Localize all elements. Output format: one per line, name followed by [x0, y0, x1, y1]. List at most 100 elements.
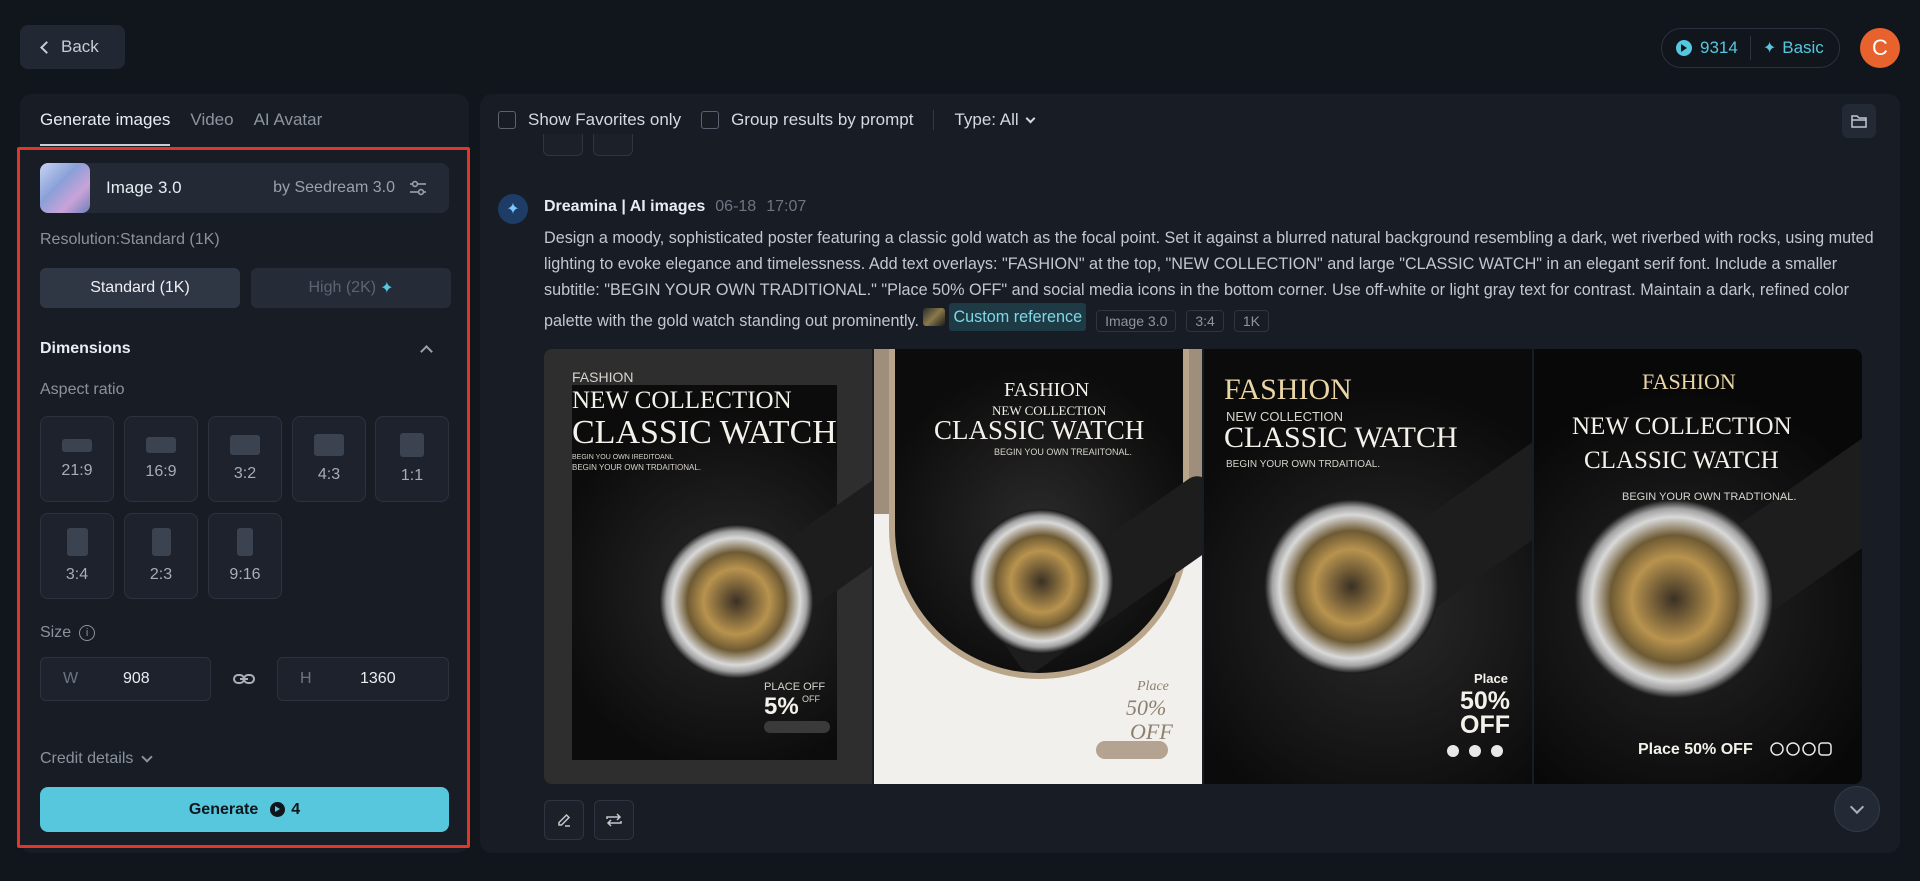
generate-button[interactable]: Generate 4	[40, 787, 449, 832]
credit-coin-icon	[1676, 40, 1692, 56]
link-icon[interactable]	[232, 668, 256, 690]
ratio-shape-icon	[230, 435, 260, 455]
settings-sliders-icon[interactable]	[409, 180, 427, 196]
image-results-gallery: FASHION NEW COLLECTION CLASSIC WATCH BEG…	[544, 349, 1862, 784]
checkbox[interactable]	[701, 111, 720, 129]
aspect-ratio-21-9[interactable]: 21:9	[40, 416, 114, 502]
poster-fashion: FASHION	[1224, 373, 1352, 406]
aspect-ratio-16-9[interactable]: 16:9	[124, 416, 198, 502]
top-bar: Back 9314 ✦ Basic C	[0, 0, 1920, 94]
poster-classic-watch: CLASSIC WATCH	[1224, 421, 1458, 454]
poster-off: OFF	[802, 694, 820, 704]
credits-pill[interactable]: 9314 ✦ Basic	[1661, 28, 1840, 68]
regenerate-button-partial[interactable]	[593, 134, 633, 156]
scroll-to-bottom-button[interactable]	[1834, 786, 1880, 832]
ratio-label: 4:3	[317, 466, 341, 483]
social-icons	[1446, 744, 1504, 758]
resolution-standard-label: Standard (1K)	[90, 279, 190, 296]
poster-place: PLACE OFF	[764, 681, 826, 693]
folder-button[interactable]	[1842, 104, 1876, 138]
model-selector[interactable]: Image 3.0 by Seedream 3.0	[40, 163, 449, 213]
credit-coin-icon	[270, 802, 286, 817]
chevron-left-icon	[40, 41, 53, 54]
aspect-ratio-9-16[interactable]: 9:16	[208, 513, 282, 599]
custom-reference-chip[interactable]: Custom reference	[923, 303, 1087, 331]
watch-image	[1264, 499, 1439, 674]
aspect-ratio-1-1[interactable]: 1:1	[375, 416, 449, 502]
poster-subtitle-1: BEGIN YOU OWN TREAIITONAL.	[994, 447, 1133, 457]
poster-fashion: FASHION	[1642, 369, 1736, 394]
aspect-ratio-2-3[interactable]: 2:3	[124, 513, 198, 599]
credit-details-label: Credit details	[40, 750, 134, 767]
result-actions	[544, 800, 634, 840]
result-image-4[interactable]: FASHION NEW COLLECTION CLASSIC WATCH BEG…	[1534, 349, 1862, 784]
poster-new-collection: NEW COLLECTION	[1572, 413, 1792, 440]
aspect-ratio-3-2[interactable]: 3:2	[208, 416, 282, 502]
reference-thumbnail	[923, 308, 946, 326]
favorites-filter[interactable]: Show Favorites only	[498, 110, 681, 130]
model-tag: Image 3.0	[1096, 310, 1177, 332]
refresh-icon	[606, 813, 622, 827]
result-image-1[interactable]: FASHION NEW COLLECTION CLASSIC WATCH BEG…	[544, 349, 872, 784]
watch-image	[659, 524, 814, 679]
resolution-standard-button[interactable]: Standard (1K)	[40, 268, 240, 308]
resolution-high-button[interactable]: High (2K) ✦	[251, 268, 451, 308]
ratio-shape-icon	[237, 528, 253, 556]
ratio-shape-icon	[66, 528, 88, 556]
poster-classic-watch: CLASSIC WATCH	[1584, 447, 1779, 474]
poster-new-collection: NEW COLLECTION	[572, 387, 792, 414]
back-label: Back	[61, 37, 99, 56]
mode-tabs: Generate images Video AI Avatar	[40, 110, 322, 130]
generate-cost: 4	[291, 800, 301, 818]
ratio-label: 1:1	[400, 467, 424, 484]
tab-ai-avatar[interactable]: AI Avatar	[254, 110, 323, 130]
dreamina-avatar: ✦	[498, 194, 528, 224]
back-button[interactable]: Back	[20, 25, 125, 69]
ratio-label: 3:2	[233, 465, 257, 482]
message-date: 06-18	[715, 198, 757, 215]
info-icon[interactable]: i	[79, 625, 96, 641]
poster-classic-watch: CLASSIC WATCH	[572, 414, 837, 451]
checkbox[interactable]	[498, 111, 516, 129]
poster-subtitle-1: BEGIN YOUR OWN TRADTIONAL.	[1622, 491, 1797, 503]
custom-reference-link[interactable]: Custom reference	[949, 303, 1087, 331]
watch-image	[1574, 499, 1774, 699]
height-value: 1360	[360, 670, 396, 687]
credit-count: 9314	[1700, 38, 1738, 57]
divider	[933, 110, 935, 130]
model-thumbnail	[40, 163, 90, 213]
aspect-ratio-3-4[interactable]: 3:4	[40, 513, 114, 599]
poster-discount: 50%	[1126, 695, 1167, 720]
tab-video[interactable]: Video	[190, 110, 233, 130]
plan-label: Basic	[1782, 38, 1824, 57]
height-field[interactable]: H 1360	[277, 657, 449, 701]
result-image-3[interactable]: FASHION NEW COLLECTION CLASSIC WATCH BEG…	[1204, 349, 1532, 784]
chevron-down-icon	[1025, 113, 1036, 123]
credit-details-toggle[interactable]: Credit details	[40, 750, 154, 768]
group-filter[interactable]: Group results by prompt	[701, 110, 913, 130]
ratio-label: 21:9	[61, 461, 93, 479]
result-image-2[interactable]: FASHION NEW COLLECTION CLASSIC WATCH BEG…	[874, 349, 1202, 784]
poster-classic-watch: CLASSIC WATCH	[934, 415, 1145, 445]
generate-label: Generate	[188, 800, 259, 818]
size-label: Size	[40, 624, 72, 641]
edit-button[interactable]	[544, 800, 584, 840]
edit-button-partial[interactable]	[543, 134, 583, 156]
dimensions-title: Dimensions	[40, 340, 131, 357]
regenerate-button[interactable]	[594, 800, 634, 840]
poster-place: Place	[1474, 671, 1508, 686]
aspect-ratio-4-3[interactable]: 4:3	[292, 416, 366, 502]
user-avatar[interactable]: C	[1860, 28, 1900, 68]
size-label-row: Size i	[40, 624, 96, 642]
aspect-ratio-label: Aspect ratio	[40, 381, 125, 398]
tab-generate-images[interactable]: Generate images	[40, 110, 170, 130]
height-prefix: H	[300, 670, 312, 687]
ratio-shape-icon	[151, 528, 171, 556]
type-dropdown[interactable]: Type: All	[954, 110, 1036, 130]
width-field[interactable]: W 908	[40, 657, 211, 701]
width-value: 908	[123, 670, 150, 687]
resolution-high-label: High (2K)	[308, 279, 377, 296]
social-icons	[764, 721, 830, 733]
pencil-icon	[558, 813, 571, 827]
group-label: Group results by prompt	[731, 110, 914, 129]
